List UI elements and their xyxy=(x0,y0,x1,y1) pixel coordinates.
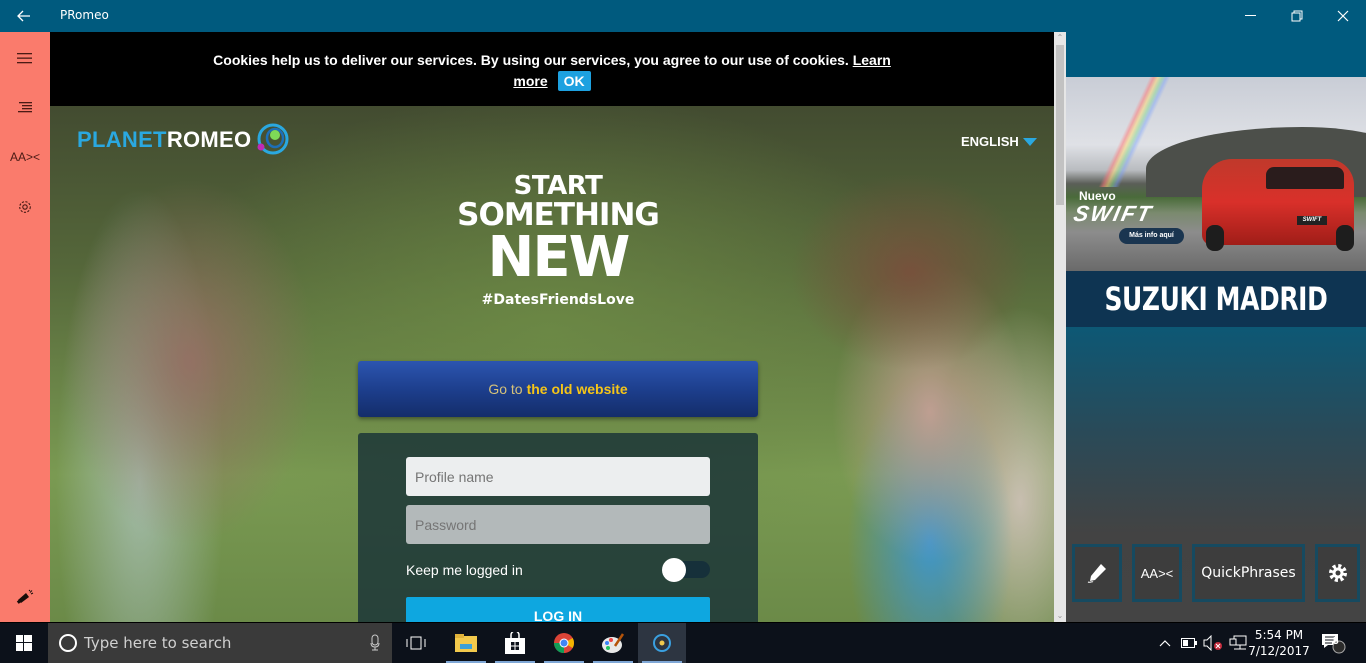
gear-icon xyxy=(19,201,31,213)
task-view-button[interactable] xyxy=(392,623,440,663)
hero-headline: START SOMETHING NEW #DatesFriendsLove xyxy=(408,172,708,308)
taskbar-file-explorer[interactable] xyxy=(442,623,490,663)
toggle-knob xyxy=(662,558,686,582)
red-car: SWIFT xyxy=(1202,159,1354,251)
back-button[interactable] xyxy=(8,0,40,32)
pen-button[interactable] xyxy=(1072,544,1122,602)
left-sidebar: AA>< xyxy=(0,32,50,622)
text-size-icon: AA>< xyxy=(1140,565,1174,581)
app-title: PRomeo xyxy=(60,8,109,22)
clock[interactable]: 5:54 PM 7/12/2017 xyxy=(1248,627,1310,659)
chevron-down-icon xyxy=(1022,137,1037,146)
ad-more-info-button[interactable]: Más info aquí xyxy=(1119,228,1184,244)
title-bar: PRomeo xyxy=(0,0,1366,32)
megaphone-icon xyxy=(16,589,34,604)
pen-icon xyxy=(1087,564,1106,583)
language-selector[interactable]: ENGLISH xyxy=(961,134,1037,149)
sidebar-item-menu[interactable] xyxy=(11,44,39,72)
search-placeholder: Type here to search xyxy=(84,634,232,652)
show-hidden-icons-button[interactable] xyxy=(1155,623,1175,663)
gear-icon xyxy=(1328,564,1347,582)
list-indent-icon xyxy=(18,102,32,113)
sidebar-item-text-size[interactable]: AA>< xyxy=(9,143,41,171)
taskbar-search[interactable]: Type here to search xyxy=(48,623,392,663)
planet-logo-icon xyxy=(257,123,289,155)
hamburger-menu-icon xyxy=(17,53,32,64)
notification-count: 5 xyxy=(1333,636,1339,647)
taskbar-paint[interactable] xyxy=(589,623,637,663)
battery-icon xyxy=(1181,638,1197,648)
back-arrow-icon xyxy=(17,10,30,22)
clock-time: 5:54 PM xyxy=(1254,628,1304,642)
cookie-ok-button[interactable]: OK xyxy=(557,71,591,91)
ad-photo: SWIFT Nuevo SWIFT Más info aquí xyxy=(1066,77,1366,271)
cookie-notice: Cookies help us to deliver our services.… xyxy=(50,32,1054,106)
speaker-muted-icon xyxy=(1203,635,1222,651)
cortana-icon xyxy=(59,634,77,652)
sidebar-item-list[interactable] xyxy=(11,93,39,121)
restore-icon xyxy=(1291,10,1303,22)
start-button[interactable] xyxy=(0,623,48,663)
keep-logged-in-toggle[interactable] xyxy=(662,558,710,582)
planetromeo-logo[interactable]: PLANET ROMEO xyxy=(77,123,289,157)
taskbar-store[interactable] xyxy=(491,623,539,663)
network-indicator[interactable] xyxy=(1227,623,1249,663)
task-view-icon xyxy=(406,636,426,650)
old-website-button[interactable]: Go to the old website xyxy=(358,361,758,417)
profile-name-input[interactable] xyxy=(406,457,710,496)
keep-logged-in-label: Keep me logged in xyxy=(406,562,523,578)
text-size-button[interactable]: AA>< xyxy=(1132,544,1182,602)
scrollbar-thumb[interactable] xyxy=(1056,45,1064,205)
suzuki-ad[interactable]: SWIFT Nuevo SWIFT Más info aquí SUZUKI M… xyxy=(1066,77,1366,327)
login-form: Keep me logged in LOG IN xyxy=(358,433,758,622)
scroll-up-icon[interactable]: ⌃ xyxy=(1054,32,1066,44)
volume-indicator[interactable] xyxy=(1201,623,1225,663)
ad-banner: SUZUKI MADRID xyxy=(1066,271,1366,327)
cookie-text: Cookies help us to deliver our services.… xyxy=(213,52,849,68)
chevron-up-icon xyxy=(1159,640,1171,647)
ad-model: SWIFT xyxy=(1071,201,1156,226)
paint-palette-icon xyxy=(602,633,625,653)
microphone-icon[interactable] xyxy=(370,634,380,652)
login-button[interactable]: LOG IN xyxy=(406,597,710,622)
web-view-scrollbar[interactable]: ⌃ ⌄ xyxy=(1054,32,1066,622)
language-label: ENGLISH xyxy=(961,134,1019,149)
scroll-down-icon[interactable]: ⌄ xyxy=(1054,610,1066,622)
action-center-button[interactable]: 5 xyxy=(1318,623,1348,663)
folder-icon xyxy=(455,634,477,652)
clock-date: 7/12/2017 xyxy=(1248,644,1310,658)
promeo-app-icon xyxy=(653,634,671,652)
sidebar-item-announcements[interactable] xyxy=(11,583,39,611)
right-panel: SWIFT Nuevo SWIFT Más info aquí SUZUKI M… xyxy=(1066,32,1366,622)
text-size-icon: AA>< xyxy=(9,150,41,164)
network-icon xyxy=(1229,635,1247,650)
minimize-button[interactable] xyxy=(1228,0,1274,32)
windows-logo-icon xyxy=(16,635,32,651)
battery-indicator[interactable] xyxy=(1178,623,1200,663)
close-icon xyxy=(1337,10,1349,22)
restore-button[interactable] xyxy=(1274,0,1320,32)
minimize-icon xyxy=(1245,15,1256,16)
taskbar: Type here to search 5:54 PM 7/12/2017 5 xyxy=(0,623,1366,663)
quickphrases-button[interactable]: QuickPhrases xyxy=(1192,544,1305,602)
chrome-icon xyxy=(553,633,575,654)
hero-hashtag: #DatesFriendsLove xyxy=(481,292,635,308)
car-plate: SWIFT xyxy=(1297,216,1327,225)
password-input[interactable] xyxy=(406,505,710,544)
close-button[interactable] xyxy=(1320,0,1366,32)
store-icon xyxy=(505,632,525,654)
sidebar-item-settings[interactable] xyxy=(11,193,39,221)
taskbar-promeo[interactable] xyxy=(638,623,686,663)
taskbar-chrome[interactable] xyxy=(540,623,588,663)
settings-button[interactable] xyxy=(1315,544,1360,602)
web-view: Cookies help us to deliver our services.… xyxy=(50,32,1054,622)
